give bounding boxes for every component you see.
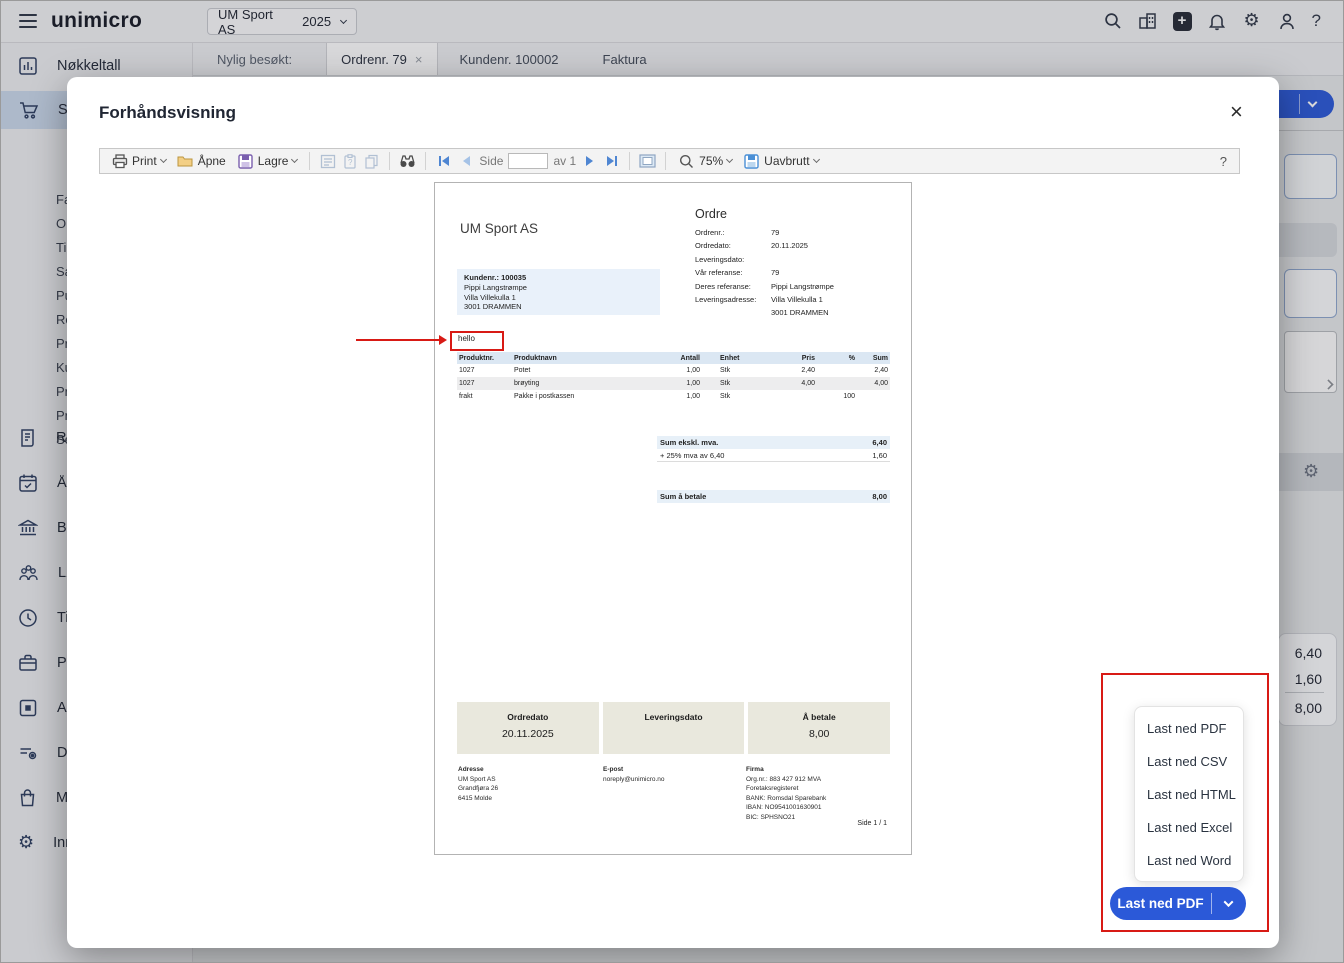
doc-summary-boxes: Ordredato20.11.2025 Leveringsdato Å beta… [457,702,890,754]
col-percent: % [817,352,857,364]
toolbar-separator [665,152,666,170]
download-pdf-button[interactable]: Last ned PDF [1110,887,1246,920]
save-button[interactable]: Lagre [234,153,301,169]
divider [1211,893,1212,914]
customer-city: 3001 DRAMMEN [464,302,653,312]
toolbar-separator [629,152,630,170]
col-sum: Sum [857,352,890,364]
toolbar-separator [425,152,426,170]
info-value: 79 [771,266,779,279]
doc-footer: Adresse UM Sport AS Grandfjøra 26 6415 M… [458,765,890,823]
layout-mode-select[interactable]: Uavbrutt [740,153,821,169]
continuous-layout-icon [743,153,760,169]
total-row: Sum å betale8,00 [657,490,890,503]
total-row: Sum ekskl. mva.6,40 [657,436,890,449]
table-row: 1027brøyting1,00Stk4,004,00 [457,377,890,390]
col-pris: Pris [762,352,817,364]
table-row: 1027Potet1,00Stk2,402,40 [457,364,890,377]
total-row: + 25% mva av 6,401,60 [657,449,890,462]
menu-item-download-pdf[interactable]: Last ned PDF [1135,712,1243,745]
folder-icon [177,153,194,169]
download-button-label: Last ned PDF [1110,896,1211,911]
doc-info-block: Ordrenr.:79 Ordredato:20.11.2025 Leverin… [695,226,834,319]
menu-item-download-word[interactable]: Last ned Word [1135,844,1243,877]
summary-box-ordredato: Ordredato20.11.2025 [457,702,599,754]
open-button[interactable]: Åpne [174,153,229,169]
doc-customer-box: Kundenr.: 100035 Pippi Langstrømpe Villa… [457,269,660,315]
find-binoculars-icon[interactable] [399,153,416,169]
info-value: 20.11.2025 [771,239,808,252]
doc-free-text: hello [458,334,475,343]
layout-mode-value: Uavbrutt [764,154,809,168]
chevron-down-icon [726,156,733,163]
info-label: Ordredato: [695,239,771,252]
col-antall: Antall [662,352,702,364]
col-produktnavn: Produktnavn [512,352,662,364]
previous-page-button[interactable] [457,153,474,169]
info-value: 79 [771,226,779,239]
modal-title: Forhåndsvisning [99,103,236,123]
zoom-select[interactable]: 75% [675,153,735,169]
open-label: Åpne [198,154,226,168]
info-label: Ordrenr.: [695,226,771,239]
info-label: Leveringsdato: [695,253,771,266]
page-number-input[interactable] [508,153,548,169]
print-label: Print [132,154,157,168]
preview-toolbar: Print Åpne Lagre ? [99,148,1240,174]
menu-item-download-html[interactable]: Last ned HTML [1135,778,1243,811]
print-button[interactable]: Print [108,153,169,169]
save-label: Lagre [258,154,289,168]
doc-company-name: UM Sport AS [460,221,538,236]
info-label: Vår referanse: [695,266,771,279]
magnifier-icon [678,153,695,169]
info-label: Deres referanse: [695,280,771,293]
copy-pages-icon[interactable] [363,153,380,169]
summary-box-abetale: Å betale8,00 [748,702,890,754]
last-page-button[interactable] [603,153,620,169]
page-width-view-icon[interactable] [639,153,656,169]
annotation-arrow [356,339,440,341]
toolbar-separator [309,152,310,170]
screen: unimicro UM Sport AS 2025 + ⚙ ? Nylig be… [0,0,1344,963]
page-total: av 1 [553,154,576,168]
customer-address: Villa Villekulla 1 [464,293,653,303]
chevron-down-icon [812,156,819,163]
toolbar-help[interactable]: ? [1220,154,1231,169]
side-label: Side [479,154,503,168]
report-properties-icon[interactable] [319,153,336,169]
document-page: UM Sport AS Ordre Ordrenr.:79 Ordredato:… [434,182,912,855]
chevron-down-icon [160,156,167,163]
zoom-value: 75% [699,154,723,168]
printer-icon [111,153,128,169]
col-enhet: Enhet [702,352,762,364]
customer-name: Pippi Langstrømpe [464,283,653,293]
chevron-down-icon [1224,897,1234,907]
col-produktnr: Produktnr. [457,352,512,364]
info-value: Villa Villekulla 13001 DRAMMEN [771,293,829,319]
svg-text:?: ? [348,158,353,167]
menu-item-download-csv[interactable]: Last ned CSV [1135,745,1243,778]
first-page-button[interactable] [435,153,452,169]
next-page-button[interactable] [581,153,598,169]
toolbar-separator [389,152,390,170]
summary-box-leveringsdato: Leveringsdato [603,702,745,754]
page-indicator: Side 1 / 1 [857,820,887,827]
save-floppy-icon [237,153,254,169]
menu-item-download-excel[interactable]: Last ned Excel [1135,811,1243,844]
doc-totals: Sum ekskl. mva.6,40 + 25% mva av 6,401,6… [657,436,890,503]
info-value: Pippi Langstrømpe [771,280,834,293]
info-label: Leveringsadresse: [695,293,771,319]
table-row: fraktPakke i postkassen1,00Stk100 [457,390,890,403]
clipboard-help-icon[interactable]: ? [341,153,358,169]
chevron-down-icon [291,156,298,163]
doc-type-title: Ordre [695,207,727,221]
doc-product-table: Produktnr. Produktnavn Antall Enhet Pris… [457,352,890,403]
close-modal-icon[interactable]: × [1230,99,1243,125]
preview-modal: Forhåndsvisning × Print Åpne Lagre [67,77,1279,948]
customer-number: Kundenr.: 100035 [464,273,653,283]
download-menu: Last ned PDF Last ned CSV Last ned HTML … [1134,706,1244,882]
table-header-row: Produktnr. Produktnavn Antall Enhet Pris… [457,352,890,364]
